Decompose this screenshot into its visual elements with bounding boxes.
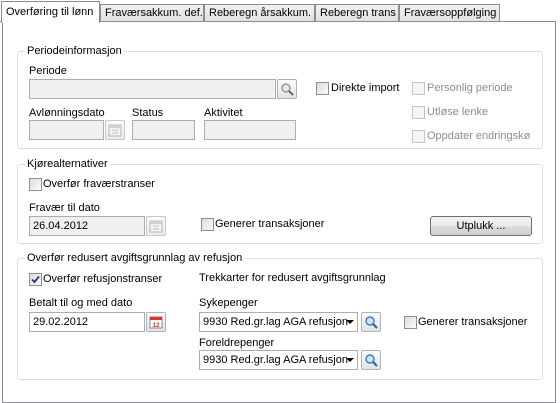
kjore-generer-transaksjoner-checkbox[interactable] xyxy=(201,218,214,231)
kjorealternativer-title: Kjørealternativer xyxy=(25,158,110,170)
tab-reberegn-trans[interactable]: Reberegn trans xyxy=(315,4,399,22)
betalt-calendar-button[interactable]: 12 xyxy=(146,312,166,332)
personlig-periode-checkbox[interactable] xyxy=(412,82,425,95)
periode-field[interactable] xyxy=(29,79,276,99)
aktivitet-label: Aktivitet xyxy=(204,107,243,119)
fravaer-til-dato-field[interactable]: 26.04.2012 xyxy=(29,216,145,236)
foreldrepenger-label: Foreldrepenger xyxy=(199,337,275,349)
svg-text:12: 12 xyxy=(152,322,160,329)
aktivitet-field[interactable] xyxy=(204,120,296,140)
periode-label: Periode xyxy=(29,65,67,77)
foreldrepenger-select[interactable]: 9930 Red.gr.lag AGA refusjon xyxy=(199,350,358,370)
avlonningsdato-label: Avlønningsdato xyxy=(29,107,105,119)
oppdater-endringsko-label: Oppdater endringskø xyxy=(427,130,531,142)
sykepenger-label: Sykepenger xyxy=(199,297,258,309)
periodeinformasjon-title: Periodeinformasjon xyxy=(25,45,124,57)
calendar-icon xyxy=(149,220,163,233)
periode-search-button[interactable] xyxy=(277,79,297,99)
tab-fravaersoppfolging[interactable]: Fraværsoppfølging xyxy=(399,4,500,22)
status-label: Status xyxy=(132,107,164,119)
checkmark-icon xyxy=(31,275,40,284)
overfor-fravaerstranser-label: Overfør fraværstranser xyxy=(43,178,155,190)
betalt-label: Betalt til og med dato xyxy=(29,297,133,309)
sykepenger-search-button[interactable] xyxy=(361,312,381,332)
utlose-lenke-checkbox[interactable] xyxy=(412,106,425,119)
tab-reberegn-arsakkum[interactable]: Reberegn årsakkum. xyxy=(204,4,315,22)
trekkarter-label: Trekkarter for redusert avgiftsgrunnlag xyxy=(199,272,386,284)
avlonningsdato-field[interactable] xyxy=(29,120,104,140)
fravaer-til-dato-calendar-button[interactable] xyxy=(146,216,166,236)
tab-fravaersakkum-def[interactable]: Fraværsakkum. def. xyxy=(100,4,204,22)
search-icon xyxy=(365,354,378,367)
foreldrepenger-search-button[interactable] xyxy=(361,350,381,370)
refusjon-generer-transaksjoner-checkbox[interactable] xyxy=(404,316,417,329)
overfor-fravaerstranser-checkbox[interactable] xyxy=(29,178,42,191)
refusjon-generer-transaksjoner-label: Generer transaksjoner xyxy=(418,316,528,328)
search-icon xyxy=(281,83,294,96)
direkte-import-checkbox[interactable] xyxy=(316,82,329,95)
fravaer-til-dato-label: Fravær til dato xyxy=(29,202,100,214)
sykepenger-select[interactable]: 9930 Red.gr.lag AGA refusjon xyxy=(199,312,358,332)
sykepenger-value: 9930 Red.gr.lag AGA refusjon xyxy=(203,316,348,328)
calendar-icon xyxy=(108,124,122,137)
tab-bar: Overføring til lønn Fraværsakkum. def. R… xyxy=(0,0,560,23)
status-field[interactable] xyxy=(132,120,195,140)
fravaer-til-dato-value: 26.04.2012 xyxy=(33,220,89,232)
avlonningsdato-calendar-button[interactable] xyxy=(105,120,125,140)
kjore-generer-transaksjoner-label: Generer transaksjoner xyxy=(215,218,325,230)
chevron-down-icon xyxy=(346,358,354,362)
betalt-til-dato-field[interactable]: 29.02.2012 xyxy=(29,312,145,332)
personlig-periode-label: Personlig periode xyxy=(427,82,513,94)
calendar-icon: 12 xyxy=(149,316,163,329)
utplukk-button[interactable]: Utplukk ... xyxy=(430,216,532,236)
foreldrepenger-value: 9930 Red.gr.lag AGA refusjon xyxy=(203,354,348,366)
overfor-refusjonstranser-checkbox[interactable] xyxy=(29,273,42,286)
oppdater-endringsko-checkbox[interactable] xyxy=(412,130,425,143)
overfor-refusjonstranser-label: Overfør refusjonstranser xyxy=(43,273,163,285)
search-icon xyxy=(365,316,378,329)
chevron-down-icon xyxy=(346,320,354,324)
refusjon-title: Overfør redusert avgiftsgrunnlag av refu… xyxy=(25,252,245,264)
direkte-import-label: Direkte import xyxy=(331,82,400,94)
utlose-lenke-label: Utløse lenke xyxy=(427,106,489,118)
tab-overforing-til-lonn[interactable]: Overføring til lønn xyxy=(1,1,100,23)
betalt-til-dato-value: 29.02.2012 xyxy=(33,316,89,328)
